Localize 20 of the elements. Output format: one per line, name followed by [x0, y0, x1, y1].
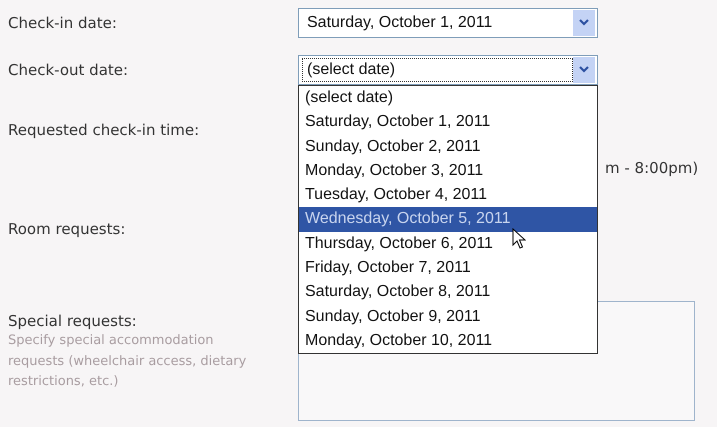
dropdown-option[interactable]: Friday, October 7, 2011 — [299, 256, 597, 280]
field-label: Check-in date: — [8, 13, 118, 33]
time-range-text: m - 8:00pm) — [605, 159, 698, 177]
mouse-pointer-icon — [512, 228, 526, 250]
dropdown-option[interactable]: (select date) — [299, 86, 597, 110]
dropdown-option[interactable]: Thursday, October 6, 2011 — [299, 232, 597, 256]
dropdown-option[interactable]: Saturday, October 1, 2011 — [299, 110, 597, 135]
dropdown-option[interactable]: Sunday, October 9, 2011 — [299, 304, 597, 329]
dropdown-option[interactable]: Wednesday, October 5, 2011 — [299, 207, 597, 232]
dropdown-option[interactable]: Saturday, October 8, 2011 — [299, 280, 597, 305]
field-label: Special requests: — [8, 311, 138, 331]
field-label: Room requests: — [8, 219, 126, 239]
dropdown-option[interactable]: Monday, October 3, 2011 — [299, 158, 597, 184]
field-label: Check-out date: — [8, 60, 130, 80]
field-label: Requested check-in time: — [8, 120, 200, 140]
dropdown-option[interactable]: Tuesday, October 4, 2011 — [299, 183, 597, 208]
dropdown-option[interactable]: Sunday, October 2, 2011 — [299, 134, 597, 159]
dropdown-option[interactable]: Monday, October 10, 2011 — [299, 328, 597, 354]
field-hint: Specify special accommodation requests (wheelchair access, dietary restrictions, etc.) — [8, 332, 248, 391]
date-dropdown[interactable]: Saturday, October 1, 2011 — [298, 8, 598, 38]
